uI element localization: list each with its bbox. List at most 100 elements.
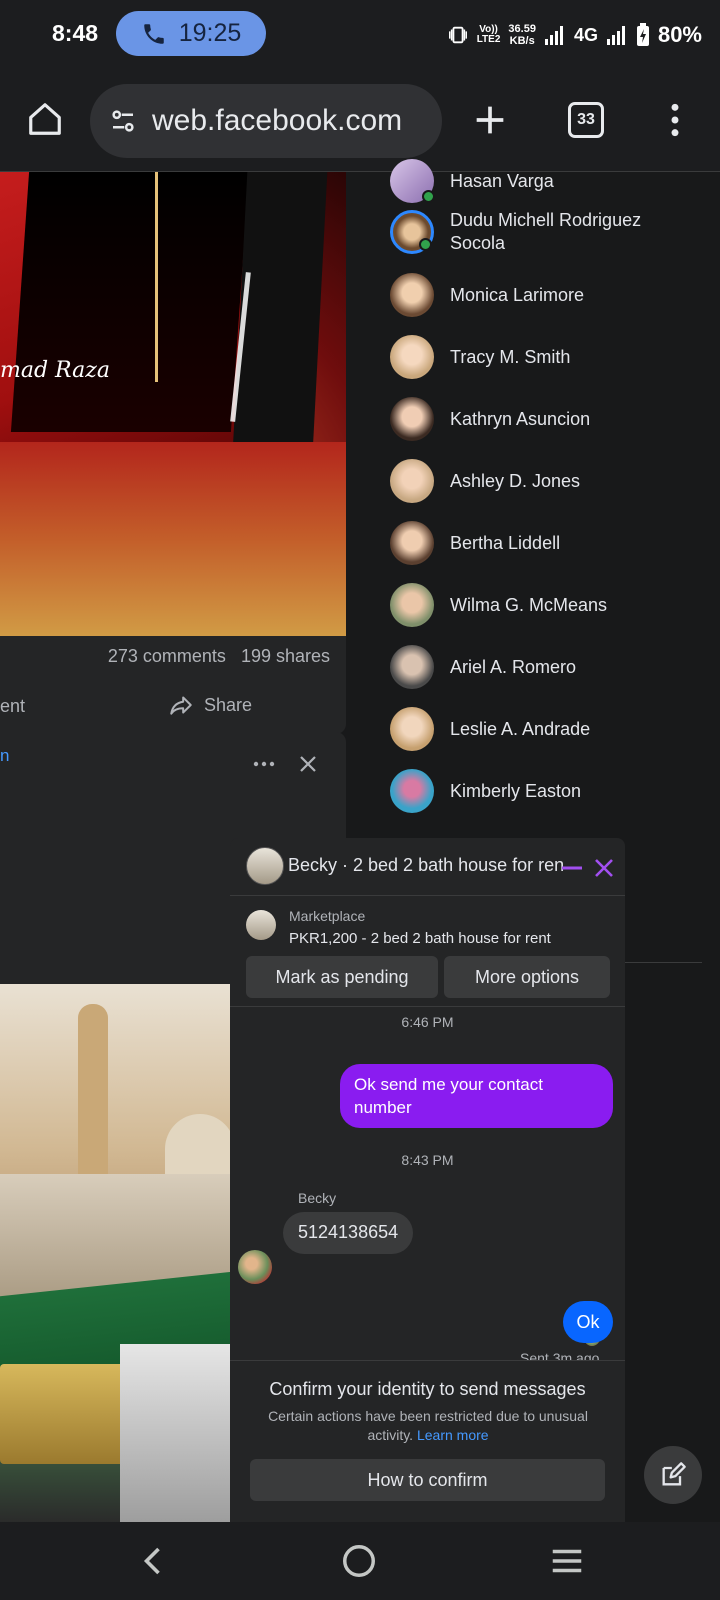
contact-name: Monica Larimore <box>450 284 585 305</box>
contact-item[interactable]: Leslie A. Andrade <box>390 704 590 754</box>
avatar <box>390 335 434 379</box>
restriction-title: Confirm your identity to send messages <box>269 1379 586 1399</box>
incoming-message[interactable]: 5124138654 <box>283 1212 414 1254</box>
outgoing-message[interactable]: Ok <box>563 1301 613 1343</box>
outgoing-message[interactable]: Ok send me your contact number <box>340 1064 613 1128</box>
post-stats: 273 comments 199 shares <box>0 636 346 690</box>
signal-2-icon <box>606 26 625 45</box>
new-tab-icon[interactable] <box>470 100 510 140</box>
contact-name: Wilma G. McMeans <box>450 594 608 615</box>
listing-avatar <box>246 847 284 885</box>
home-circle-icon[interactable] <box>340 1542 378 1580</box>
restriction-body: Certain actions have been restricted due… <box>268 1408 588 1443</box>
sender-avatar[interactable] <box>238 1250 272 1284</box>
network-type: 4G <box>573 24 598 45</box>
online-indicator <box>419 238 432 251</box>
battery-charging-icon <box>636 23 649 46</box>
contact-item[interactable]: Kathryn Asuncion <box>390 394 590 444</box>
messenger-chat-window: Becky · 2 bed 2 bath house for rent Mark… <box>230 838 625 1522</box>
more-icon[interactable] <box>252 752 276 776</box>
divider <box>612 962 702 963</box>
share-button[interactable]: Share <box>168 692 252 718</box>
compose-icon <box>662 1462 686 1486</box>
avatar <box>390 521 434 565</box>
restriction-notice: Confirm your identity to send messages C… <box>230 1360 625 1522</box>
contact-item[interactable]: Dudu Michell Rodriguez Socola <box>390 210 670 254</box>
contact-name: Hasan Varga <box>450 170 554 191</box>
recents-icon[interactable] <box>548 1542 586 1580</box>
chat-header[interactable]: Becky · 2 bed 2 bath house for rent <box>230 838 625 896</box>
new-message-button[interactable] <box>644 1446 702 1504</box>
battery-percent: 80% <box>657 22 702 47</box>
volte-indicator: Vo)) LTE2 <box>476 24 501 45</box>
share-count[interactable]: 199 shares <box>241 646 330 666</box>
tab-switcher-button[interactable]: 33 <box>568 102 604 138</box>
home-icon[interactable] <box>26 100 64 138</box>
close-chat-icon[interactable] <box>592 856 616 880</box>
contact-name: Dudu Michell Rodriguez Socola <box>450 210 642 253</box>
message-timestamp: 8:43 PM <box>401 1152 454 1168</box>
post-author-link[interactable]: n <box>0 746 9 766</box>
signal-icon <box>544 26 563 45</box>
post-signature: mad Raza <box>0 358 110 383</box>
ongoing-call-pill[interactable]: 19:25 <box>116 11 266 56</box>
network-speed: 36.59 KB/s <box>508 23 536 47</box>
post-image[interactable]: mad Raza <box>0 172 346 636</box>
comment-count[interactable]: 273 comments <box>108 646 226 666</box>
contact-name: Bertha Liddell <box>450 532 561 553</box>
sender-name: Becky <box>298 1190 337 1206</box>
mark-as-pending-button[interactable]: Mark as pending <box>246 956 438 998</box>
listing-thumbnail <box>246 910 276 940</box>
online-indicator <box>422 190 435 203</box>
post-image-2[interactable] <box>0 984 232 1522</box>
minimize-icon[interactable] <box>560 856 584 880</box>
address-bar[interactable]: web.facebook.com <box>90 84 442 158</box>
status-icons: Vo)) LTE2 36.59 KB/s 4G 80% <box>447 18 702 52</box>
avatar <box>390 769 434 813</box>
status-bar: 8:48 19:25 Vo)) LTE2 36.59 KB/s 4G 80% <box>0 0 720 72</box>
close-icon[interactable] <box>296 752 320 776</box>
message-thread <box>230 1006 625 1360</box>
share-label: Share <box>204 694 253 715</box>
vibrate-icon <box>448 26 467 44</box>
back-icon[interactable] <box>136 1542 172 1580</box>
contact-name: Ariel A. Romero <box>450 656 577 677</box>
avatar <box>390 210 434 254</box>
avatar <box>390 459 434 503</box>
contact-item[interactable]: Wilma G. McMeans <box>390 580 607 630</box>
contact-item[interactable]: Monica Larimore <box>390 270 584 320</box>
contact-name: Leslie A. Andrade <box>450 718 591 739</box>
contact-name: Kathryn Asuncion <box>450 408 591 429</box>
message-timestamp: 6:46 PM <box>401 1014 454 1030</box>
contact-item[interactable]: Ariel A. Romero <box>390 642 576 692</box>
how-to-confirm-button[interactable]: How to confirm <box>250 1459 605 1501</box>
contact-name: Kimberly Easton <box>450 780 582 801</box>
comment-button[interactable]: ent <box>0 696 25 717</box>
contact-item[interactable]: Ashley D. Jones <box>390 456 580 506</box>
post-actions: ent Share <box>0 690 346 734</box>
learn-more-link[interactable]: Learn more <box>417 1427 489 1443</box>
avatar <box>390 159 435 203</box>
contact-name: Tracy M. Smith <box>450 346 571 367</box>
contact-item[interactable]: Kimberly Easton <box>390 766 581 816</box>
clock: 8:48 <box>52 20 99 46</box>
more-options-button[interactable]: More options <box>444 956 610 998</box>
overflow-menu-icon[interactable] <box>656 100 694 140</box>
contact-item[interactable]: Bertha Liddell <box>390 518 560 568</box>
listing-title[interactable]: PKR1,200 - 2 bed 2 bath house for rent <box>289 930 551 947</box>
site-settings-icon[interactable] <box>108 106 138 136</box>
contact-item[interactable]: Hasan Varga <box>390 156 554 206</box>
avatar <box>390 397 434 441</box>
chat-title: Becky · 2 bed 2 bath house for rent <box>288 855 563 875</box>
avatar <box>390 707 434 751</box>
phone-icon <box>143 23 164 44</box>
url-text: web.facebook.com <box>152 104 403 137</box>
avatar <box>390 645 434 689</box>
listing-label: Marketplace <box>289 908 366 924</box>
avatar <box>390 273 434 317</box>
contact-item[interactable]: Tracy M. Smith <box>390 332 570 382</box>
avatar <box>390 583 434 627</box>
share-icon <box>170 696 192 715</box>
system-navigation-bar <box>0 1522 720 1600</box>
browser-toolbar: web.facebook.com 33 <box>0 72 720 172</box>
